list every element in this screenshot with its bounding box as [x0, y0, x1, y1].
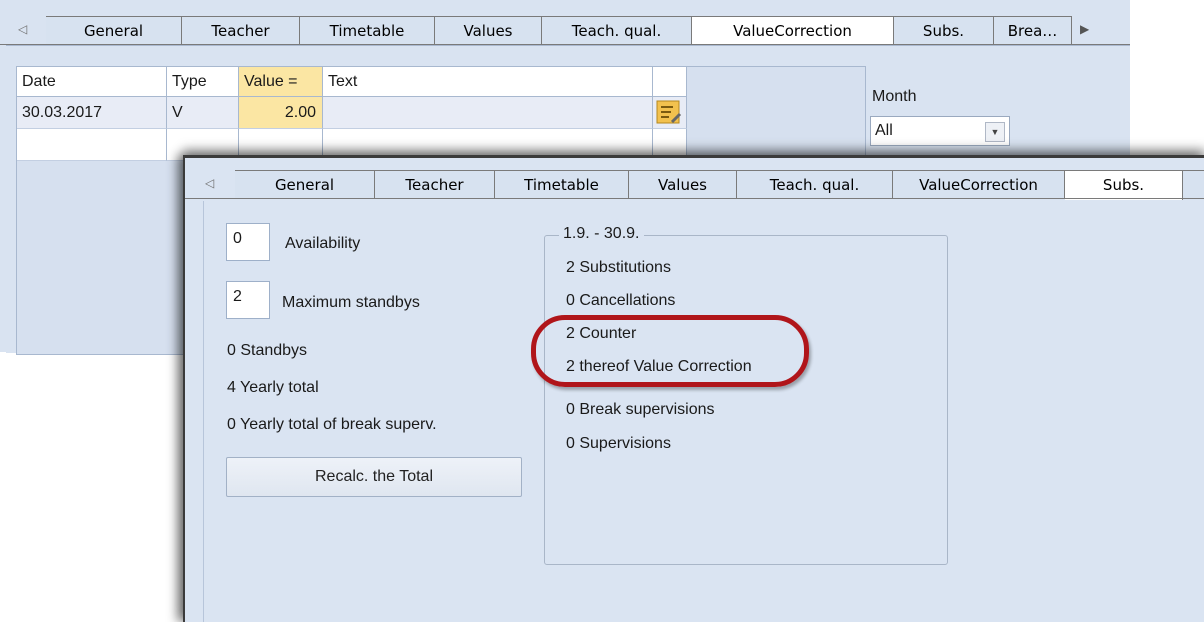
type-cell[interactable]: V [167, 97, 239, 129]
tab-strip: ◁ General Teacher Timetable Values Teach… [0, 16, 1130, 46]
value-cell[interactable]: 2.00 [239, 97, 323, 129]
period-title: 1.9. - 30.9. [559, 225, 644, 243]
scroll-right-icon[interactable]: ▶ [1080, 22, 1089, 36]
col-button-header [653, 67, 687, 97]
tab-subs[interactable]: Subs. [1065, 170, 1183, 200]
subs-panel: 0 Availability 2 Maximum standbys 0 Stan… [203, 201, 1204, 622]
col-type-header[interactable]: Type [167, 67, 239, 97]
scroll-left-icon[interactable]: ◁ [205, 176, 214, 190]
cancellations-text: 0 Cancellations [566, 292, 676, 309]
yearly-break-text: 0 Yearly total of break superv. [227, 416, 437, 433]
col-value-header[interactable]: Value = [239, 67, 323, 97]
edit-note-icon [656, 100, 682, 124]
tab-subs[interactable]: Subs. [894, 16, 994, 44]
period-groupbox: 1.9. - 30.9. 2 Substitutions 0 Cancellat… [531, 225, 948, 565]
grid-header-row: Date Type Value = Text [17, 67, 687, 99]
month-label: Month [872, 88, 917, 105]
tab-baseline [185, 198, 1204, 199]
max-standbys-field[interactable]: 2 [226, 281, 270, 319]
tab-values[interactable]: Values [629, 170, 737, 198]
highlight-ellipse [531, 315, 809, 387]
tab-breaks[interactable]: Brea… [994, 16, 1072, 44]
availability-field[interactable]: 0 [226, 223, 270, 261]
break-supervisions-text: 0 Break supervisions [566, 401, 715, 418]
col-date-header[interactable]: Date [17, 67, 167, 97]
foreground-window: ◁ General Teacher Timetable Values Teach… [183, 155, 1204, 622]
tab-teach-qual[interactable]: Teach. qual. [737, 170, 893, 198]
substitutions-text: 2 Substitutions [566, 259, 671, 276]
tab-teach-qual[interactable]: Teach. qual. [542, 16, 692, 44]
availability-label: Availability [285, 235, 361, 252]
max-standbys-label: Maximum standbys [282, 294, 420, 311]
tab-strip: ◁ General Teacher Timetable Values Teach… [185, 170, 1204, 200]
yearly-total-text: 4 Yearly total [227, 379, 319, 396]
tab-general[interactable]: General [46, 16, 182, 44]
tab-valuecorrection[interactable]: ValueCorrection [893, 170, 1065, 198]
tab-general[interactable]: General [235, 170, 375, 198]
month-value: All [875, 122, 893, 139]
tab-teacher[interactable]: Teacher [375, 170, 495, 198]
row-edit-button[interactable] [653, 97, 687, 129]
scroll-left-icon[interactable]: ◁ [18, 22, 27, 36]
recalc-total-button[interactable]: Recalc. the Total [226, 457, 522, 497]
tab-next-partial[interactable] [1183, 170, 1204, 198]
tab-timetable[interactable]: Timetable [495, 170, 629, 198]
date-cell[interactable]: 30.03.2017 [17, 97, 167, 129]
tab-values[interactable]: Values [435, 16, 542, 44]
chevron-down-icon[interactable]: ▼ [985, 122, 1005, 142]
empty-cell[interactable] [17, 129, 167, 161]
tab-timetable[interactable]: Timetable [300, 16, 435, 44]
table-row[interactable]: 30.03.2017 V 2.00 [17, 97, 687, 129]
tab-teacher[interactable]: Teacher [182, 16, 300, 44]
supervisions-text: 0 Supervisions [566, 435, 671, 452]
text-cell[interactable] [323, 97, 653, 129]
col-text-header[interactable]: Text [323, 67, 653, 97]
month-select[interactable]: All ▼ [870, 116, 1010, 146]
tab-valuecorrection[interactable]: ValueCorrection [692, 16, 894, 46]
standbys-text: 0 Standbys [227, 342, 308, 359]
